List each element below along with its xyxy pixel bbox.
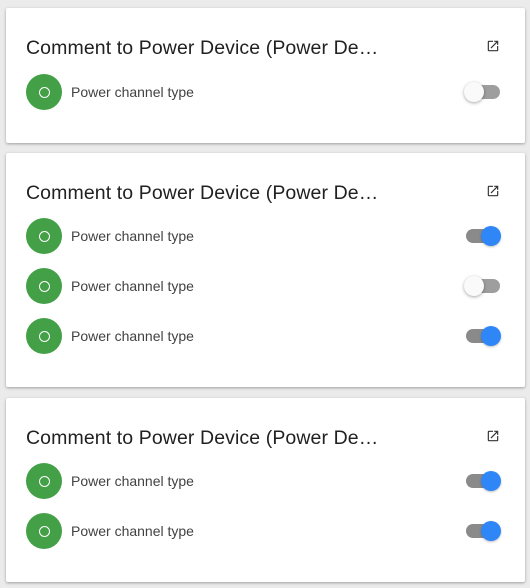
channel-toggle[interactable] xyxy=(465,226,501,246)
device-card: Comment to Power Device (Power Device) P… xyxy=(6,153,525,387)
circle-outline-icon xyxy=(26,268,62,304)
open-in-new-icon[interactable] xyxy=(486,39,500,53)
channel-label: Power channel type xyxy=(71,228,194,244)
channel-row: Power channel type xyxy=(26,268,501,304)
channel-toggle[interactable] xyxy=(465,326,501,346)
device-card: Comment to Power Device (Power Device) P… xyxy=(6,398,525,582)
channel-row: Power channel type xyxy=(26,513,501,549)
card-title: Comment to Power Device (Power Device) xyxy=(26,182,386,204)
channel-toggle[interactable] xyxy=(465,521,501,541)
card-title: Comment to Power Device (Power Device) xyxy=(26,427,386,449)
channel-toggle[interactable] xyxy=(464,276,501,296)
device-card: Comment to Power Device (Power Device) P… xyxy=(6,8,525,143)
channel-label: Power channel type xyxy=(71,278,194,294)
card-title: Comment to Power Device (Power Device) xyxy=(26,37,386,59)
channel-toggle[interactable] xyxy=(464,82,501,102)
channel-row: Power channel type xyxy=(26,318,501,354)
open-in-new-icon[interactable] xyxy=(486,429,500,443)
channel-toggle[interactable] xyxy=(465,471,501,491)
circle-outline-icon xyxy=(26,513,62,549)
circle-outline-icon xyxy=(26,318,62,354)
circle-outline-icon xyxy=(26,463,62,499)
channel-label: Power channel type xyxy=(71,328,194,344)
channel-row: Power channel type xyxy=(26,463,501,499)
channel-label: Power channel type xyxy=(71,523,194,539)
circle-outline-icon xyxy=(26,74,62,110)
channel-label: Power channel type xyxy=(71,473,194,489)
channel-row: Power channel type xyxy=(26,74,501,110)
circle-outline-icon xyxy=(26,218,62,254)
channel-label: Power channel type xyxy=(71,84,194,100)
open-in-new-icon[interactable] xyxy=(486,184,500,198)
channel-row: Power channel type xyxy=(26,218,501,254)
